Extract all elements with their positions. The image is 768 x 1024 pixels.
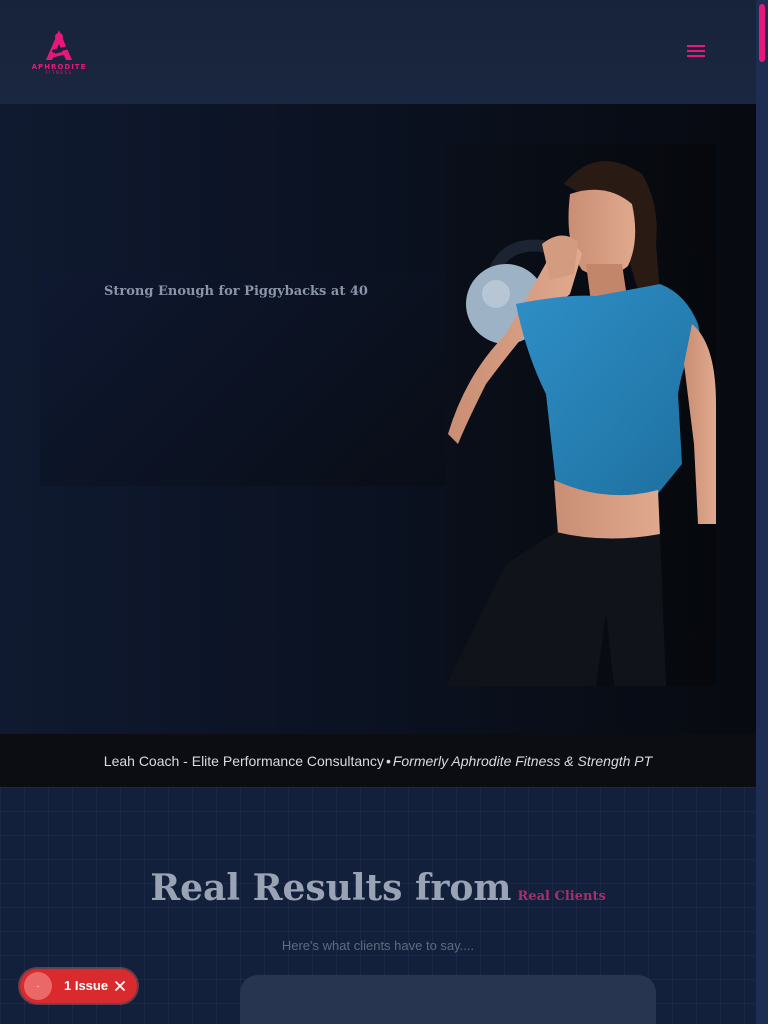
results-heading: Real Results from Real Clients xyxy=(0,867,756,909)
banner-formerly: Formerly Aphrodite Fitness & Strength PT xyxy=(392,752,653,769)
site-logo[interactable]: APHRODITE FITNESS xyxy=(28,28,90,76)
page: APHRODITE FITNESS Strong Enough for Pigg… xyxy=(0,0,756,1024)
results-subtitle: Here's what clients have to say.... xyxy=(281,938,475,953)
hero-photo xyxy=(446,144,716,686)
close-icon[interactable] xyxy=(113,979,127,993)
issue-indicator: . xyxy=(24,972,52,1000)
issue-count-label: 1 Issue xyxy=(64,978,109,993)
hero-section: Strong Enough for Piggybacks at 40 xyxy=(0,104,756,734)
hero-headline: Strong Enough for Piggybacks at 40 xyxy=(104,284,368,299)
scrollbar-track[interactable] xyxy=(756,0,768,1024)
site-header: APHRODITE FITNESS xyxy=(0,0,756,104)
banner-company: Leah Coach - Elite Performance Consultan… xyxy=(103,752,384,769)
issue-badge[interactable]: . 1 Issue xyxy=(20,969,137,1003)
testimonial-card xyxy=(240,975,656,1024)
rebrand-banner: Leah Coach - Elite Performance Consultan… xyxy=(0,734,756,787)
banner-separator: • xyxy=(385,752,391,769)
woman-with-kettlebell-photo xyxy=(446,144,716,686)
results-title: Real Results from xyxy=(150,867,512,909)
scrollbar-thumb[interactable] xyxy=(759,4,765,62)
hero-text-panel xyxy=(40,274,446,486)
aphrodite-logo-icon xyxy=(46,30,72,60)
hamburger-menu-icon[interactable] xyxy=(684,42,708,62)
logo-tagline: FITNESS xyxy=(45,70,73,75)
results-title-accent: Real Clients xyxy=(517,889,606,904)
